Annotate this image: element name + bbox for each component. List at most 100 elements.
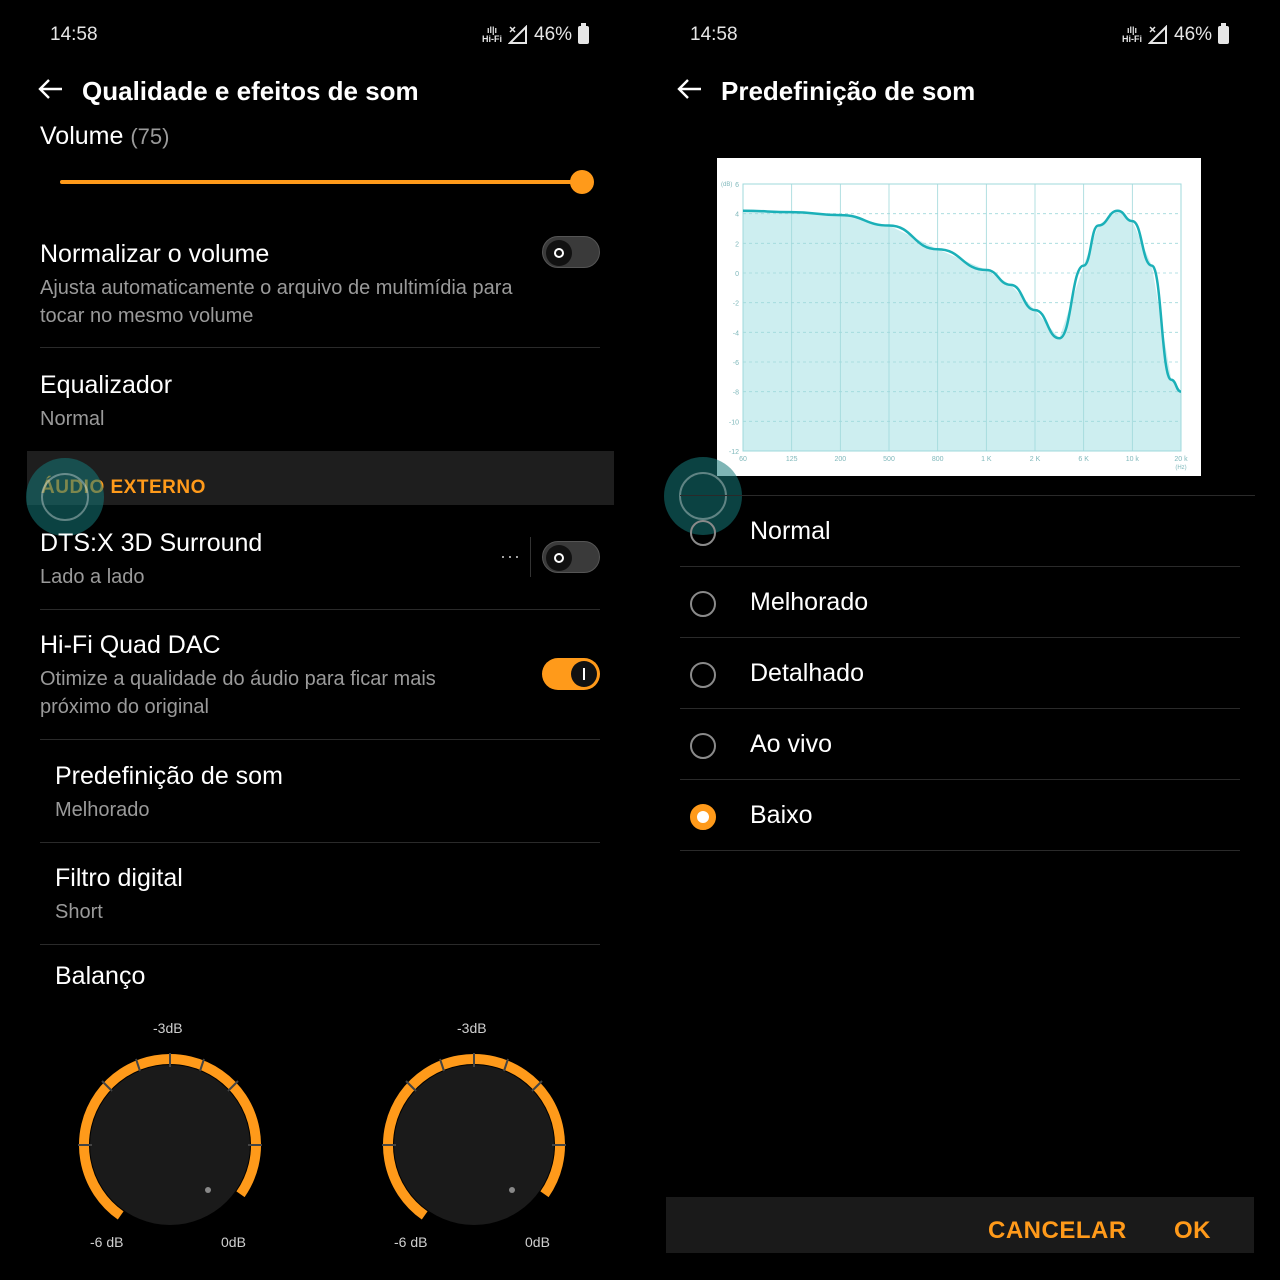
- divider: [40, 944, 600, 945]
- preset-option-ao-vivo[interactable]: Ao vivo: [680, 709, 1240, 780]
- back-arrow-icon[interactable]: [36, 74, 66, 104]
- preset-option-detalhado[interactable]: Detalhado: [680, 638, 1240, 709]
- knob-left-min-label: -6 dB: [90, 1234, 124, 1250]
- preset-option-label: Melhorado: [750, 587, 869, 616]
- balance-knob-right[interactable]: [370, 1045, 578, 1235]
- x-tick-label: 60: [739, 456, 747, 463]
- normalize-volume-subtitle-1: Ajusta automaticamente o arquivo de mult…: [40, 277, 513, 299]
- battery-icon: [1218, 23, 1230, 44]
- hifi-dac-subtitle-1: Otimize a qualidade do áudio para ficar …: [40, 668, 436, 690]
- battery-percent: 46%: [534, 24, 573, 45]
- cancel-button[interactable]: CANCELAR: [988, 1217, 1127, 1245]
- preset-option-normal[interactable]: Normal: [680, 496, 1240, 567]
- radio-button[interactable]: [690, 661, 716, 688]
- knob-left-max-label: 0dB: [221, 1234, 246, 1250]
- y-tick-label: 4: [735, 212, 739, 219]
- back-arrow-icon[interactable]: [675, 74, 705, 104]
- x-tick-label: 10 k: [1126, 456, 1140, 463]
- x-tick-label: 2 K: [1030, 456, 1041, 463]
- y-tick-label: -6: [733, 360, 739, 367]
- y-tick-label: 2: [735, 241, 739, 248]
- y-tick-label: 0: [735, 271, 739, 278]
- watermark-logo: [26, 458, 104, 536]
- equalizer-value: Normal: [40, 408, 105, 430]
- more-options-icon[interactable]: ···: [500, 546, 521, 567]
- section-header-external-audio: ÁUDIO EXTERNO: [27, 451, 614, 505]
- sound-preset-title[interactable]: Predefinição de som: [55, 762, 283, 791]
- y-tick-label: -4: [733, 330, 739, 337]
- vertical-divider: [530, 537, 531, 577]
- y-tick-label: -12: [729, 449, 739, 456]
- preset-option-label: Baixo: [750, 800, 813, 829]
- radio-button[interactable]: [690, 732, 716, 759]
- divider: [40, 347, 600, 348]
- normalize-volume-toggle[interactable]: [542, 236, 600, 268]
- knob-left-top-label: -3dB: [153, 1020, 183, 1036]
- hifi-dac-toggle[interactable]: [542, 658, 600, 690]
- status-time: 14:58: [690, 24, 738, 45]
- normalize-volume-subtitle-2: tocar no mesmo volume: [40, 305, 254, 327]
- status-icons: ıl|ı Hi-Fi 46%: [1122, 23, 1230, 46]
- dialog-button-bar: CANCELAR OK: [666, 1197, 1254, 1253]
- eq-area-fill: [743, 210, 1181, 451]
- knob-right-min-label: -6 dB: [394, 1234, 428, 1250]
- equalizer-title[interactable]: Equalizador: [40, 371, 172, 400]
- x-tick-label: 20 k: [1174, 456, 1188, 463]
- hifi-icon: ıl|ı Hi-Fi: [1122, 25, 1142, 44]
- x-tick-label: 500: [883, 456, 895, 463]
- divider: [40, 739, 600, 740]
- hifi-dac-title: Hi-Fi Quad DAC: [40, 631, 221, 659]
- hifi-dac-subtitle-2: próximo do original: [40, 696, 209, 718]
- x-tick-label: 125: [786, 456, 798, 463]
- y-axis-unit: (dB): [721, 182, 732, 188]
- balance-title: Balanço: [55, 962, 146, 990]
- status-time: 14:58: [50, 24, 98, 45]
- signal-icon: [508, 25, 527, 44]
- divider: [40, 842, 600, 843]
- x-tick-label: 6 K: [1078, 456, 1089, 463]
- x-tick-label: 1 K: [981, 456, 992, 463]
- sound-preset-dialog-screen: 14:58 ıl|ı Hi-Fi 46% Predefinição de som …: [640, 0, 1280, 1280]
- divider: [680, 495, 1255, 496]
- ok-button[interactable]: OK: [1174, 1217, 1211, 1245]
- x-tick-label: 200: [834, 456, 846, 463]
- status-icons: ıl|ı Hi-Fi 46%: [482, 23, 590, 46]
- radio-button[interactable]: [690, 803, 716, 830]
- digital-filter-value: Short: [55, 901, 103, 923]
- divider: [40, 609, 600, 610]
- volume-slider-thumb[interactable]: [570, 170, 594, 194]
- dts-toggle[interactable]: [542, 541, 600, 573]
- y-tick-label: 6: [735, 182, 739, 189]
- volume-label: Volume (75): [40, 122, 170, 150]
- dts-title[interactable]: DTS:X 3D Surround: [40, 529, 262, 558]
- preset-option-label: Normal: [750, 516, 831, 545]
- normalize-volume-title: Normalizar o volume: [40, 240, 270, 268]
- battery-icon: [578, 23, 590, 44]
- balance-knob-left[interactable]: [66, 1045, 274, 1235]
- y-tick-label: -2: [733, 301, 739, 308]
- dts-value: Lado a lado: [40, 566, 145, 588]
- page-title: Qualidade e efeitos de som: [82, 76, 419, 106]
- volume-slider-track[interactable]: [60, 180, 582, 184]
- preset-option-label: Ao vivo: [750, 729, 832, 758]
- digital-filter-title[interactable]: Filtro digital: [55, 864, 183, 893]
- preset-option-baixo[interactable]: Baixo: [680, 780, 1240, 851]
- divider: [680, 850, 1240, 851]
- radio-button[interactable]: [690, 590, 716, 617]
- y-tick-label: -10: [729, 419, 739, 426]
- battery-percent: 46%: [1174, 24, 1213, 45]
- knob-right-top-label: -3dB: [457, 1020, 487, 1036]
- knob-right-max-label: 0dB: [525, 1234, 550, 1250]
- sound-preset-value: Melhorado: [55, 799, 150, 821]
- y-tick-label: -8: [733, 390, 739, 397]
- x-tick-label: 800: [932, 456, 944, 463]
- signal-icon: [1148, 25, 1167, 44]
- eq-curve-chart: 6 4 2 0 -2 -4 -6 -8 -10 -12 60 125 200 500 800 1 K 2 K 6 …: [717, 158, 1201, 476]
- radio-button[interactable]: [690, 519, 716, 546]
- eq-curve-svg: 6 4 2 0 -2 -4 -6 -8 -10 -1260 125 200 500 800 1 K 2 K 6 …: [721, 182, 1188, 471]
- sound-settings-screen: 14:58 ıl|ı Hi-Fi 46% Qualidade e efeitos …: [0, 0, 640, 1280]
- preset-option-label: Detalhado: [750, 658, 864, 687]
- preset-option-melhorado[interactable]: Melhorado: [680, 567, 1240, 638]
- page-title: Predefinição de som: [721, 76, 976, 106]
- x-axis-unit: (Hz): [1175, 465, 1186, 471]
